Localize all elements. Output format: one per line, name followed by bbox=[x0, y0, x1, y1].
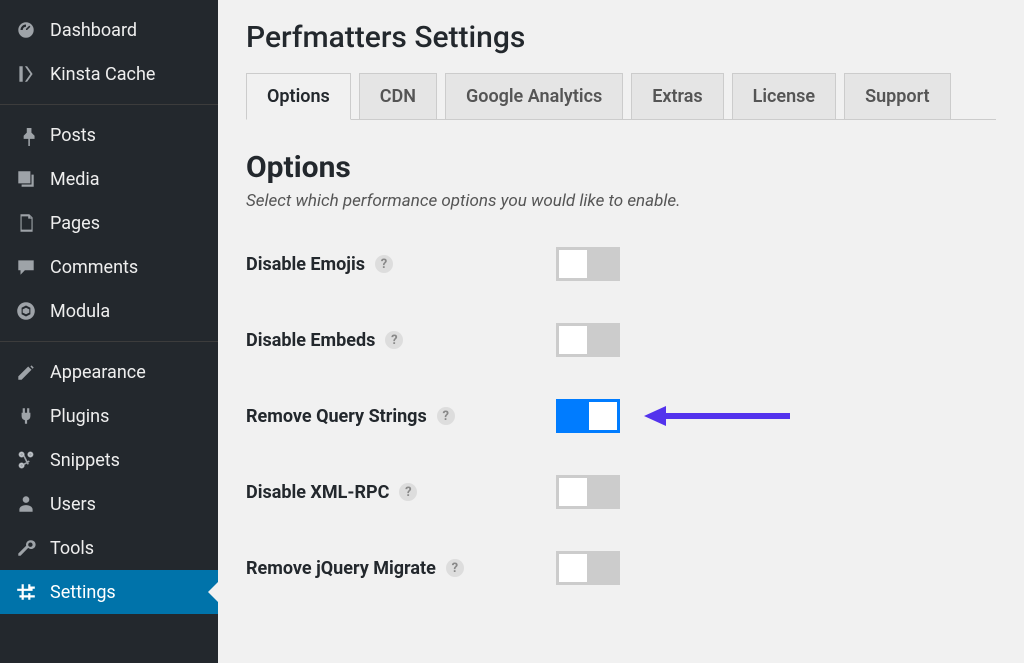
option-label-text: Disable XML-RPC bbox=[246, 482, 389, 503]
help-icon[interactable]: ? bbox=[385, 331, 403, 349]
toggle-remove-jquery-migrate[interactable] bbox=[556, 551, 620, 585]
option-row-disable-embeds: Disable Embeds ? bbox=[246, 323, 996, 357]
help-icon[interactable]: ? bbox=[375, 255, 393, 273]
modula-icon bbox=[14, 299, 38, 323]
comments-icon bbox=[14, 255, 38, 279]
option-row-remove-jquery-migrate: Remove jQuery Migrate ? bbox=[246, 551, 996, 585]
toggle-disable-embeds[interactable] bbox=[556, 323, 620, 357]
sidebar-item-pages[interactable]: Pages bbox=[0, 201, 218, 245]
toggle-disable-xml-rpc[interactable] bbox=[556, 475, 620, 509]
section-title: Options bbox=[246, 150, 996, 185]
tab-google-analytics[interactable]: Google Analytics bbox=[445, 73, 623, 119]
pin-icon bbox=[14, 123, 38, 147]
sidebar-item-tools[interactable]: Tools bbox=[0, 526, 218, 570]
toggle-knob bbox=[559, 554, 587, 582]
arrow-annotation bbox=[640, 402, 800, 430]
sidebar-item-label: Dashboard bbox=[50, 20, 137, 41]
appearance-icon bbox=[14, 360, 38, 384]
option-label-text: Remove Query Strings bbox=[246, 406, 427, 427]
kinsta-icon bbox=[14, 62, 38, 86]
option-label-text: Remove jQuery Migrate bbox=[246, 558, 436, 579]
option-label-text: Disable Embeds bbox=[246, 330, 375, 351]
sidebar-item-users[interactable]: Users bbox=[0, 482, 218, 526]
dashboard-icon bbox=[14, 18, 38, 42]
sidebar-item-label: Kinsta Cache bbox=[50, 64, 155, 85]
sidebar-item-label: Pages bbox=[50, 213, 100, 234]
sidebar-item-label: Users bbox=[50, 494, 96, 515]
tab-cdn[interactable]: CDN bbox=[359, 73, 437, 119]
sidebar-item-snippets[interactable]: Snippets bbox=[0, 438, 218, 482]
option-label: Remove jQuery Migrate ? bbox=[246, 558, 556, 579]
sidebar-item-label: Posts bbox=[50, 125, 96, 146]
arrow-icon bbox=[640, 402, 800, 430]
toggle-remove-query-strings[interactable] bbox=[556, 399, 620, 433]
option-label-text: Disable Emojis bbox=[246, 254, 365, 275]
options-section: Options Select which performance options… bbox=[246, 150, 996, 585]
option-row-remove-query-strings: Remove Query Strings ? bbox=[246, 399, 996, 433]
media-icon bbox=[14, 167, 38, 191]
sidebar-item-label: Snippets bbox=[50, 450, 120, 471]
tabs: Options CDN Google Analytics Extras Lice… bbox=[246, 73, 996, 120]
tab-options[interactable]: Options bbox=[246, 73, 351, 120]
toggle-knob bbox=[559, 250, 587, 278]
settings-icon bbox=[14, 580, 38, 604]
option-label: Remove Query Strings ? bbox=[246, 406, 556, 427]
users-icon bbox=[14, 492, 38, 516]
help-icon[interactable]: ? bbox=[446, 559, 464, 577]
main-content: Perfmatters Settings Options CDN Google … bbox=[218, 0, 1024, 663]
toggle-knob bbox=[589, 402, 617, 430]
sidebar-separator bbox=[0, 341, 218, 342]
page-title: Perfmatters Settings bbox=[246, 20, 996, 55]
pages-icon bbox=[14, 211, 38, 235]
option-row-disable-xml-rpc: Disable XML-RPC ? bbox=[246, 475, 996, 509]
sidebar-item-settings[interactable]: Settings bbox=[0, 570, 218, 614]
toggle-knob bbox=[559, 478, 587, 506]
sidebar-item-label: Settings bbox=[50, 582, 116, 603]
tab-extras[interactable]: Extras bbox=[631, 73, 723, 119]
sidebar-item-label: Modula bbox=[50, 301, 110, 322]
sidebar-item-label: Tools bbox=[50, 538, 94, 559]
sidebar-item-kinsta-cache[interactable]: Kinsta Cache bbox=[0, 52, 218, 96]
sidebar-item-dashboard[interactable]: Dashboard bbox=[0, 8, 218, 52]
sidebar-item-posts[interactable]: Posts bbox=[0, 113, 218, 157]
sidebar-item-appearance[interactable]: Appearance bbox=[0, 350, 218, 394]
option-label: Disable Embeds ? bbox=[246, 330, 556, 351]
snippets-icon bbox=[14, 448, 38, 472]
sidebar-item-label: Comments bbox=[50, 257, 138, 278]
admin-sidebar: Dashboard Kinsta Cache Posts Media Pages… bbox=[0, 0, 218, 663]
tab-support[interactable]: Support bbox=[844, 73, 950, 119]
sidebar-separator bbox=[0, 104, 218, 105]
sidebar-item-label: Plugins bbox=[50, 406, 109, 427]
help-icon[interactable]: ? bbox=[437, 407, 455, 425]
toggle-knob bbox=[559, 326, 587, 354]
sidebar-item-modula[interactable]: Modula bbox=[0, 289, 218, 333]
sidebar-item-label: Appearance bbox=[50, 362, 146, 383]
sidebar-item-comments[interactable]: Comments bbox=[0, 245, 218, 289]
tools-icon bbox=[14, 536, 38, 560]
toggle-disable-emojis[interactable] bbox=[556, 247, 620, 281]
help-icon[interactable]: ? bbox=[399, 483, 417, 501]
sidebar-item-label: Media bbox=[50, 169, 100, 190]
plugins-icon bbox=[14, 404, 38, 428]
sidebar-item-plugins[interactable]: Plugins bbox=[0, 394, 218, 438]
section-description: Select which performance options you wou… bbox=[246, 191, 996, 211]
option-label: Disable Emojis ? bbox=[246, 254, 556, 275]
tab-license[interactable]: License bbox=[732, 73, 836, 119]
option-row-disable-emojis: Disable Emojis ? bbox=[246, 247, 996, 281]
option-label: Disable XML-RPC ? bbox=[246, 482, 556, 503]
sidebar-item-media[interactable]: Media bbox=[0, 157, 218, 201]
